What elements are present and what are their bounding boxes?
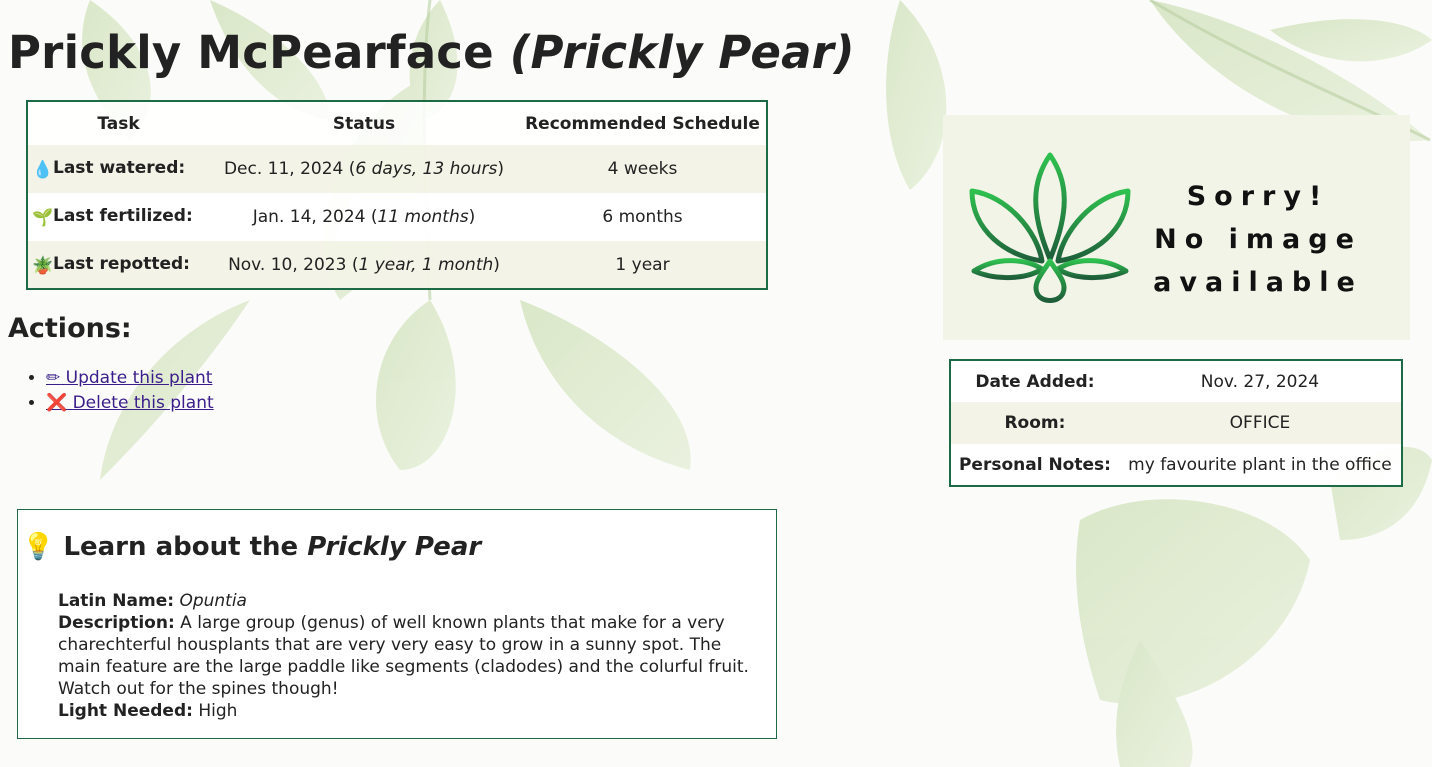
status-cell: Jan. 14, 2024 (11 months): [209, 193, 519, 241]
delete-plant-label: Delete this plant: [72, 393, 214, 413]
light-needed-line: Light Needed: High: [58, 700, 763, 722]
task-cell: 🌱Last fertilized:: [27, 193, 209, 241]
plant-species: (Prickly Pear): [509, 26, 855, 79]
status-date: Jan. 14, 2024: [252, 207, 366, 227]
actions-list: ✏ Update this plant ❌ Delete this plant: [26, 366, 214, 416]
pencil-icon: ✏: [46, 368, 61, 388]
learn-about-panel: 💡 Learn about the Prickly Pear Latin Nam…: [17, 509, 777, 739]
update-plant-link[interactable]: ✏ Update this plant: [46, 368, 212, 388]
header-task: Task: [27, 101, 209, 145]
task-label: Last fertilized:: [53, 206, 193, 226]
potted-plant-icon: 🪴: [32, 255, 54, 276]
table-row-watered: 💧Last watered: Dec. 11, 2024 (6 days, 13…: [27, 145, 767, 193]
latin-name-line: Latin Name: Opuntia: [58, 590, 763, 612]
learn-heading-prefix: Learn about the: [63, 532, 299, 562]
red-x-icon: ❌: [46, 393, 68, 413]
learn-heading-species: Prickly Pear: [307, 532, 482, 562]
light-needed-value: High: [198, 701, 238, 721]
seedling-icon: 🌱: [32, 208, 54, 228]
table-row: Room: OFFICE: [950, 402, 1402, 444]
learn-body: Latin Name: Opuntia Description: A large…: [58, 590, 763, 722]
list-item: ✏ Update this plant: [46, 366, 214, 391]
description-line: Description: A large group (genus) of we…: [58, 612, 763, 700]
schedule-cell: 4 weeks: [519, 145, 767, 193]
delete-plant-link[interactable]: ❌ Delete this plant: [46, 393, 214, 413]
no-image-placeholder: Sorry! No image available: [943, 115, 1410, 340]
status-ago: 1 year, 1 month: [358, 254, 494, 275]
plant-name: Prickly McPearface: [8, 26, 494, 79]
task-label: Last repotted:: [53, 253, 190, 274]
status-cell: Nov. 10, 2023 (1 year, 1 month): [209, 241, 519, 289]
room-value: OFFICE: [1118, 402, 1402, 444]
page-title: Prickly McPearface (Prickly Pear): [8, 26, 855, 79]
no-image-line-1: Sorry!: [1186, 181, 1330, 212]
water-drop-icon: 💧: [32, 160, 54, 180]
table-row-fertilized: 🌱Last fertilized: Jan. 14, 2024 (11 mont…: [27, 193, 767, 241]
personal-notes-label: Personal Notes:: [950, 444, 1119, 486]
header-status: Status: [209, 101, 519, 145]
no-image-line-3: available: [1153, 267, 1363, 298]
table-row: Personal Notes: my favourite plant in th…: [950, 444, 1402, 486]
schedule-cell: 6 months: [519, 193, 767, 241]
status-ago: 6 days, 13 hours: [355, 159, 498, 179]
latin-name-label: Latin Name:: [58, 591, 175, 611]
no-image-message: Sorry! No image available: [1148, 175, 1368, 304]
care-schedule-table: Task Status Recommended Schedule 💧Last w…: [26, 100, 768, 290]
table-header-row: Task Status Recommended Schedule: [27, 101, 767, 145]
latin-name-value: Opuntia: [179, 591, 247, 611]
status-date: Nov. 10, 2023: [228, 254, 347, 275]
schedule-cell: 1 year: [519, 241, 767, 289]
room-label: Room:: [950, 402, 1119, 444]
status-ago: 11 months: [377, 207, 469, 227]
list-item: ❌ Delete this plant: [46, 391, 214, 416]
task-label: Last watered:: [53, 158, 186, 178]
light-needed-label: Light Needed:: [58, 701, 193, 721]
description-label: Description:: [58, 613, 175, 633]
table-row: Date Added: Nov. 27, 2024: [950, 360, 1402, 402]
task-cell: 💧Last watered:: [27, 145, 209, 193]
date-added-value: Nov. 27, 2024: [1118, 360, 1402, 402]
plant-info-table: Date Added: Nov. 27, 2024 Room: OFFICE P…: [949, 359, 1403, 487]
learn-heading: 💡 Learn about the Prickly Pear: [22, 532, 481, 562]
header-schedule: Recommended Schedule: [519, 101, 767, 145]
table-row-repotted: 🪴Last repotted: Nov. 10, 2023 (1 year, 1…: [27, 241, 767, 289]
update-plant-label: Update this plant: [65, 368, 213, 388]
status-date: Dec. 11, 2024: [223, 159, 344, 179]
no-image-line-2: No image: [1154, 224, 1362, 255]
date-added-label: Date Added:: [950, 360, 1119, 402]
personal-notes-value: my favourite plant in the office: [1118, 444, 1402, 486]
plant-logo-icon: [969, 152, 1131, 303]
status-cell: Dec. 11, 2024 (6 days, 13 hours): [209, 145, 519, 193]
task-cell: 🪴Last repotted:: [27, 241, 209, 289]
lightbulb-icon: 💡: [22, 532, 55, 562]
actions-heading: Actions:: [8, 313, 132, 344]
